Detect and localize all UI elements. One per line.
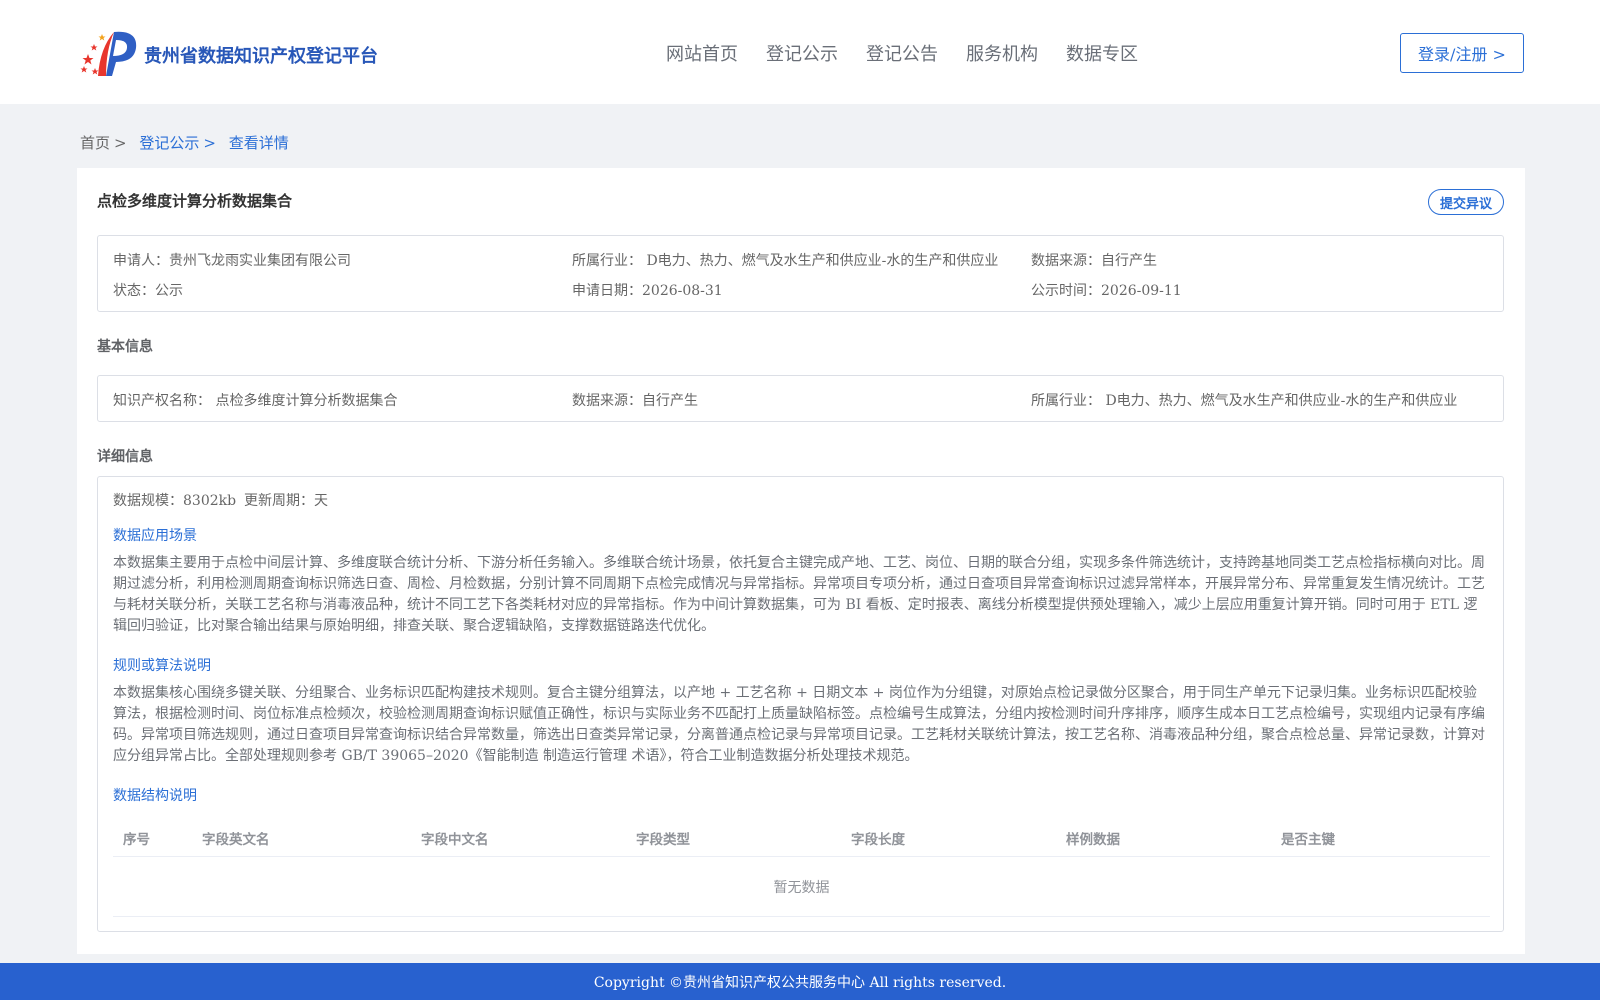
page-title: 点检多维度计算分析数据集合 bbox=[97, 192, 293, 210]
rule-algorithm-text: 本数据集核心围绕多键关联、分组聚合、业务标识匹配构建技术规则。复合主键分组算法，… bbox=[113, 685, 1485, 764]
main-nav: 网站首页 登记公示 登记公告 服务机构 数据专区 bbox=[666, 40, 1166, 66]
nav-registration-announcement[interactable]: 登记公告 bbox=[866, 40, 938, 66]
industry: 所属行业： D电力、热力、燃气及水生产和供应业-水的生产和供应业 bbox=[572, 253, 999, 269]
rule-algorithm-title: 规则或算法说明 bbox=[113, 658, 211, 674]
basic-data-source: 数据来源：自行产生 bbox=[572, 393, 698, 409]
nav-registration-notice[interactable]: 登记公示 bbox=[766, 40, 838, 66]
data-structure-title: 数据结构说明 bbox=[113, 788, 197, 804]
col-field-length: 字段长度 bbox=[851, 832, 905, 848]
platform-logo-icon[interactable] bbox=[80, 28, 138, 78]
breadcrumb-current: 查看详情 bbox=[228, 134, 289, 152]
login-register-button[interactable]: 登录/注册 > bbox=[1400, 33, 1524, 73]
col-field-type: 字段类型 bbox=[636, 832, 690, 848]
nav-home[interactable]: 网站首页 bbox=[666, 40, 738, 66]
basic-info-box: 知识产权名称： 点检多维度计算分析数据集合 数据来源：自行产生 所属行业： D电… bbox=[97, 375, 1504, 422]
site-title[interactable]: 贵州省数据知识产权登记平台 bbox=[144, 42, 378, 68]
apply-date: 申请日期：2026-08-31 bbox=[572, 283, 723, 299]
detail-info-title: 详细信息 bbox=[97, 449, 153, 465]
nav-service-agencies[interactable]: 服务机构 bbox=[966, 40, 1038, 66]
top-header: 贵州省数据知识产权登记平台 网站首页 登记公示 登记公告 服务机构 数据专区 登… bbox=[0, 0, 1600, 104]
breadcrumb-home[interactable]: 首页 bbox=[80, 134, 110, 152]
col-index: 序号 bbox=[123, 832, 150, 848]
data-source: 数据来源：自行产生 bbox=[1031, 253, 1157, 269]
status: 状态：公示 bbox=[113, 283, 183, 299]
application-scene-title: 数据应用场景 bbox=[113, 528, 197, 544]
applicant: 申请人：贵州飞龙雨实业集团有限公司 bbox=[113, 253, 351, 269]
application-scene-text: 本数据集主要用于点检中间层计算、多维度联合统计分析、下游分析任务输入。多维联合统… bbox=[113, 555, 1485, 634]
nav-data-zone[interactable]: 数据专区 bbox=[1066, 40, 1138, 66]
publish-date: 公示时间：2026-09-11 bbox=[1031, 283, 1182, 299]
basic-industry: 所属行业： D电力、热力、燃气及水生产和供应业-水的生产和供应业 bbox=[1031, 393, 1458, 409]
ip-name: 知识产权名称： 点检多维度计算分析数据集合 bbox=[113, 393, 398, 409]
detail-info-box: 数据规模：8302kb 更新周期：天 数据应用场景 本数据集主要用于点检中间层计… bbox=[97, 476, 1504, 932]
data-scale: 数据规模：8302kb bbox=[113, 493, 237, 509]
update-cycle: 更新周期：天 bbox=[244, 493, 328, 509]
empty-table-placeholder: 暂无数据 bbox=[113, 858, 1490, 917]
summary-box: 申请人：贵州飞龙雨实业集团有限公司 所属行业： D电力、热力、燃气及水生产和供应… bbox=[97, 235, 1504, 312]
breadcrumb-separator: > bbox=[203, 134, 216, 152]
structure-table-header: 序号 字段英文名 字段中文名 字段类型 字段长度 样例数据 是否主键 bbox=[113, 817, 1490, 857]
breadcrumb: 首页 > 登记公示 > 查看详情 bbox=[80, 132, 289, 153]
breadcrumb-separator: > bbox=[114, 134, 127, 152]
submit-objection-button[interactable]: 提交异议 bbox=[1428, 189, 1504, 215]
breadcrumb-section[interactable]: 登记公示 bbox=[139, 134, 199, 152]
col-english-name: 字段英文名 bbox=[202, 832, 270, 848]
basic-info-title: 基本信息 bbox=[97, 339, 153, 355]
col-sample-data: 样例数据 bbox=[1066, 832, 1120, 848]
detail-card: 点检多维度计算分析数据集合 提交异议 申请人：贵州飞龙雨实业集团有限公司 所属行… bbox=[77, 168, 1525, 954]
col-chinese-name: 字段中文名 bbox=[421, 832, 489, 848]
footer-copyright: Copyright ©贵州省知识产权公共服务中心 All rights rese… bbox=[0, 963, 1600, 1000]
col-primary-key: 是否主键 bbox=[1281, 832, 1335, 848]
